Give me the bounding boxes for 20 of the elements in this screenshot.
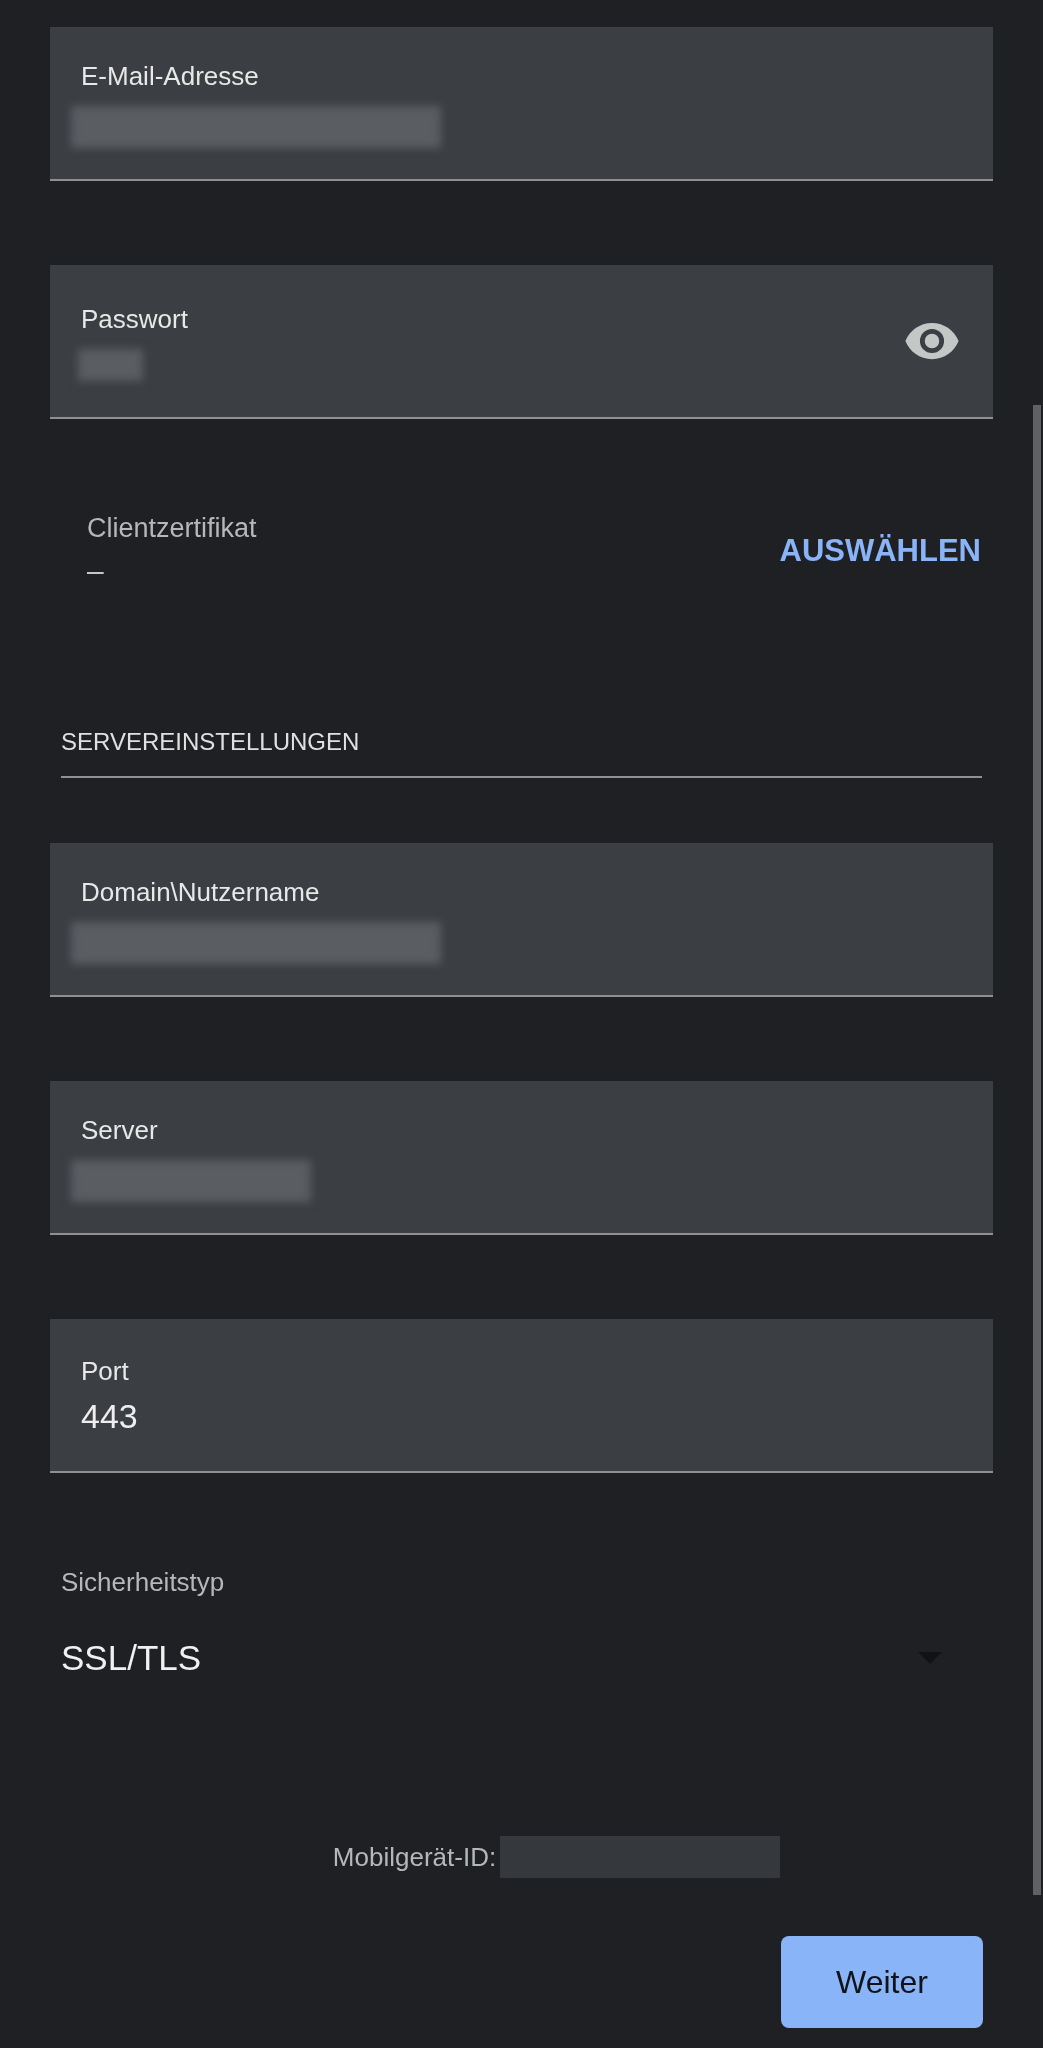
field-label: Port: [81, 1356, 129, 1387]
next-button[interactable]: Weiter: [781, 1936, 983, 2028]
dropdown-label: Sicherheitstyp: [61, 1567, 226, 1598]
field-label: Server: [81, 1114, 158, 1146]
select-button[interactable]: AUSWÄHLEN: [779, 532, 981, 569]
input-field[interactable]: Port 443: [50, 1319, 993, 1473]
input-field[interactable]: Passwort: [50, 265, 993, 419]
input-field[interactable]: E-Mail-Adresse: [50, 27, 993, 181]
certificate-label: Clientzertifikat: [87, 513, 257, 544]
input-field[interactable]: Domain\Nutzername: [50, 843, 993, 997]
field-label: Passwort: [81, 303, 188, 335]
scrollbar[interactable]: [1033, 405, 1041, 1895]
field-label: E-Mail-Adresse: [81, 60, 259, 92]
input-field[interactable]: Server: [50, 1081, 993, 1235]
section-heading: SERVEREINSTELLUNGEN: [61, 728, 982, 778]
dropdown[interactable]: SSL/TLS: [61, 1638, 982, 1678]
field-value: 443: [81, 1397, 138, 1436]
certificate-value: –: [87, 554, 105, 588]
device-id-label: Mobilgerät-ID:: [332, 1841, 497, 1873]
field-label: Domain\Nutzername: [81, 876, 320, 908]
